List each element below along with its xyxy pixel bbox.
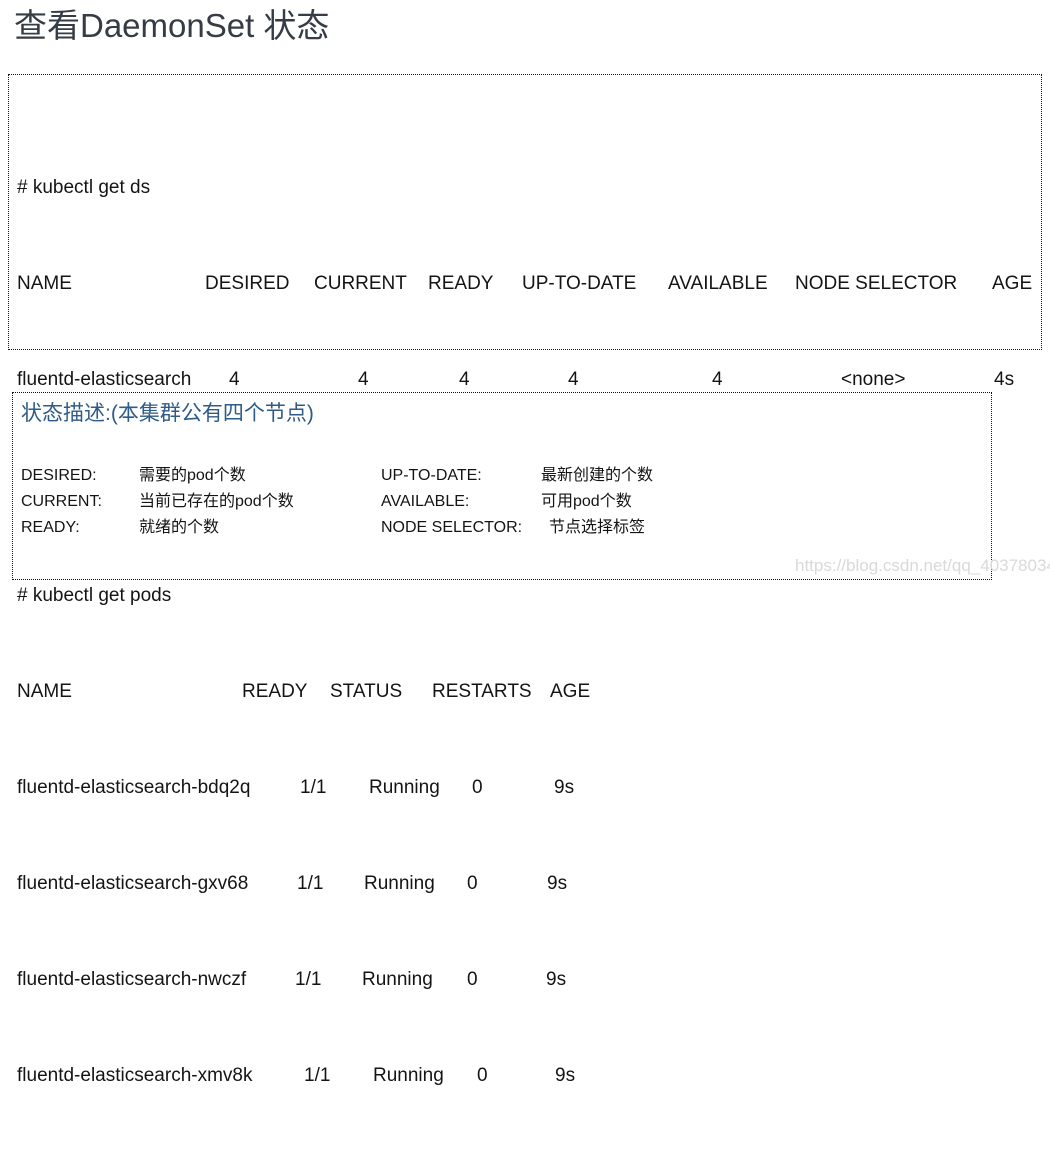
watermark: https://blog.csdn.net/qq_40378034 <box>795 556 1050 575</box>
ds-cell-available: 4 <box>712 369 723 390</box>
pod-cell-name: fluentd-elasticsearch-bdq2q <box>17 777 251 798</box>
pods-table-row: fluentd-elasticsearch-bdq2q 1/1 Running … <box>17 776 1035 800</box>
legend-term-desired: DESIRED: <box>21 467 97 484</box>
ds-table-header-row: NAME DESIRED CURRENT READY UP-TO-DATE AV… <box>17 272 1035 296</box>
ds-cell-up-to-date: 4 <box>568 369 579 390</box>
pod-cell-name: fluentd-elasticsearch-gxv68 <box>17 873 249 894</box>
pod-cell-age: 9s <box>547 873 568 894</box>
ds-cell-age: 4s <box>994 369 1015 390</box>
legend-desc-available: 可用pod个数 <box>541 493 632 510</box>
legend-desc-node-selector: 节点选择标签 <box>549 519 646 536</box>
pods-header-restarts: RESTARTS <box>432 681 532 702</box>
legend-desc-current: 当前已存在的pod个数 <box>139 493 294 510</box>
pod-cell-restarts: 0 <box>467 873 478 894</box>
ds-table-row: fluentd-elasticsearch 4 4 4 4 4 <none> 4… <box>17 368 1035 392</box>
legend-row: READY: 就绪的个数 NODE SELECTOR: 节点选择标签 <box>21 515 981 541</box>
ds-cell-current: 4 <box>358 369 369 390</box>
legend-term-up-to-date: UP-TO-DATE: <box>381 467 482 484</box>
ds-header-name: NAME <box>17 273 72 294</box>
ds-header-ready: READY <box>428 273 494 294</box>
pods-header-age: AGE <box>550 681 591 702</box>
ds-header-desired: DESIRED <box>205 273 290 294</box>
pod-cell-age: 9s <box>546 969 567 990</box>
pod-cell-ready: 1/1 <box>297 873 324 894</box>
pod-cell-ready: 1/1 <box>300 777 327 798</box>
legend-desc-desired: 需要的pod个数 <box>139 467 246 484</box>
status-description-heading: 状态描述:(本集群公有四个节点) <box>21 402 314 425</box>
pod-cell-ready: 1/1 <box>304 1065 331 1086</box>
pods-table-row: fluentd-elasticsearch-xmv8k 1/1 Running … <box>17 1064 1035 1088</box>
legend-term-ready: READY: <box>21 519 80 536</box>
pod-cell-restarts: 0 <box>477 1065 488 1086</box>
pods-table-row: fluentd-elasticsearch-nwczf 1/1 Running … <box>17 968 1035 992</box>
pod-cell-status: Running <box>362 969 433 990</box>
ds-header-current: CURRENT <box>314 273 407 294</box>
legend-row: DESIRED: 需要的pod个数 UP-TO-DATE: 最新创建的个数 <box>21 463 981 489</box>
pod-cell-age: 9s <box>554 777 575 798</box>
pods-table-row: fluentd-elasticsearch-gxv68 1/1 Running … <box>17 872 1035 896</box>
terminal-output-panel: # kubectl get ds NAME DESIRED CURRENT RE… <box>8 74 1042 1086</box>
pod-cell-status: Running <box>373 1065 444 1086</box>
terminal-text: # kubectl get ds NAME DESIRED CURRENT RE… <box>17 80 1035 1160</box>
status-description-panel: 状态描述:(本集群公有四个节点) DESIRED: 需要的pod个数 UP-TO… <box>12 392 992 580</box>
pods-header-ready: READY <box>242 681 308 702</box>
legend-term-current: CURRENT: <box>21 493 102 510</box>
legend-term-available: AVAILABLE: <box>381 493 470 510</box>
ds-header-age: AGE <box>992 273 1033 294</box>
ds-cell-desired: 4 <box>229 369 240 390</box>
pod-cell-name: fluentd-elasticsearch-nwczf <box>17 969 247 990</box>
pod-cell-status: Running <box>364 873 435 894</box>
legend-desc-ready: 就绪的个数 <box>139 519 220 536</box>
pod-cell-name: fluentd-elasticsearch-xmv8k <box>17 1065 253 1086</box>
ds-header-node-selector: NODE SELECTOR <box>795 273 958 294</box>
page-title: 查看DaemonSet 状态 <box>14 7 330 44</box>
pod-cell-restarts: 0 <box>472 777 483 798</box>
pod-cell-age: 9s <box>555 1065 576 1086</box>
pods-header-status: STATUS <box>330 681 403 702</box>
pods-table-header-row: NAME READY STATUS RESTARTS AGE <box>17 680 1035 704</box>
command-line-get-ds: # kubectl get ds <box>17 176 1035 200</box>
ds-header-available: AVAILABLE <box>668 273 768 294</box>
ds-command-text: # kubectl get ds <box>17 177 151 198</box>
legend-row: CURRENT: 当前已存在的pod个数 AVAILABLE: 可用pod个数 <box>21 489 981 515</box>
legend-desc-up-to-date: 最新创建的个数 <box>541 467 654 484</box>
legend-grid: DESIRED: 需要的pod个数 UP-TO-DATE: 最新创建的个数 CU… <box>21 463 981 541</box>
pods-header-name: NAME <box>17 681 72 702</box>
pod-cell-ready: 1/1 <box>295 969 322 990</box>
legend-term-node-selector: NODE SELECTOR: <box>381 519 523 536</box>
pod-cell-status: Running <box>369 777 440 798</box>
ds-header-up-to-date: UP-TO-DATE <box>522 273 637 294</box>
ds-cell-node-selector: <none> <box>841 369 906 390</box>
ds-cell-ready: 4 <box>459 369 470 390</box>
ds-cell-name: fluentd-elasticsearch <box>17 369 192 390</box>
pod-cell-restarts: 0 <box>467 969 478 990</box>
